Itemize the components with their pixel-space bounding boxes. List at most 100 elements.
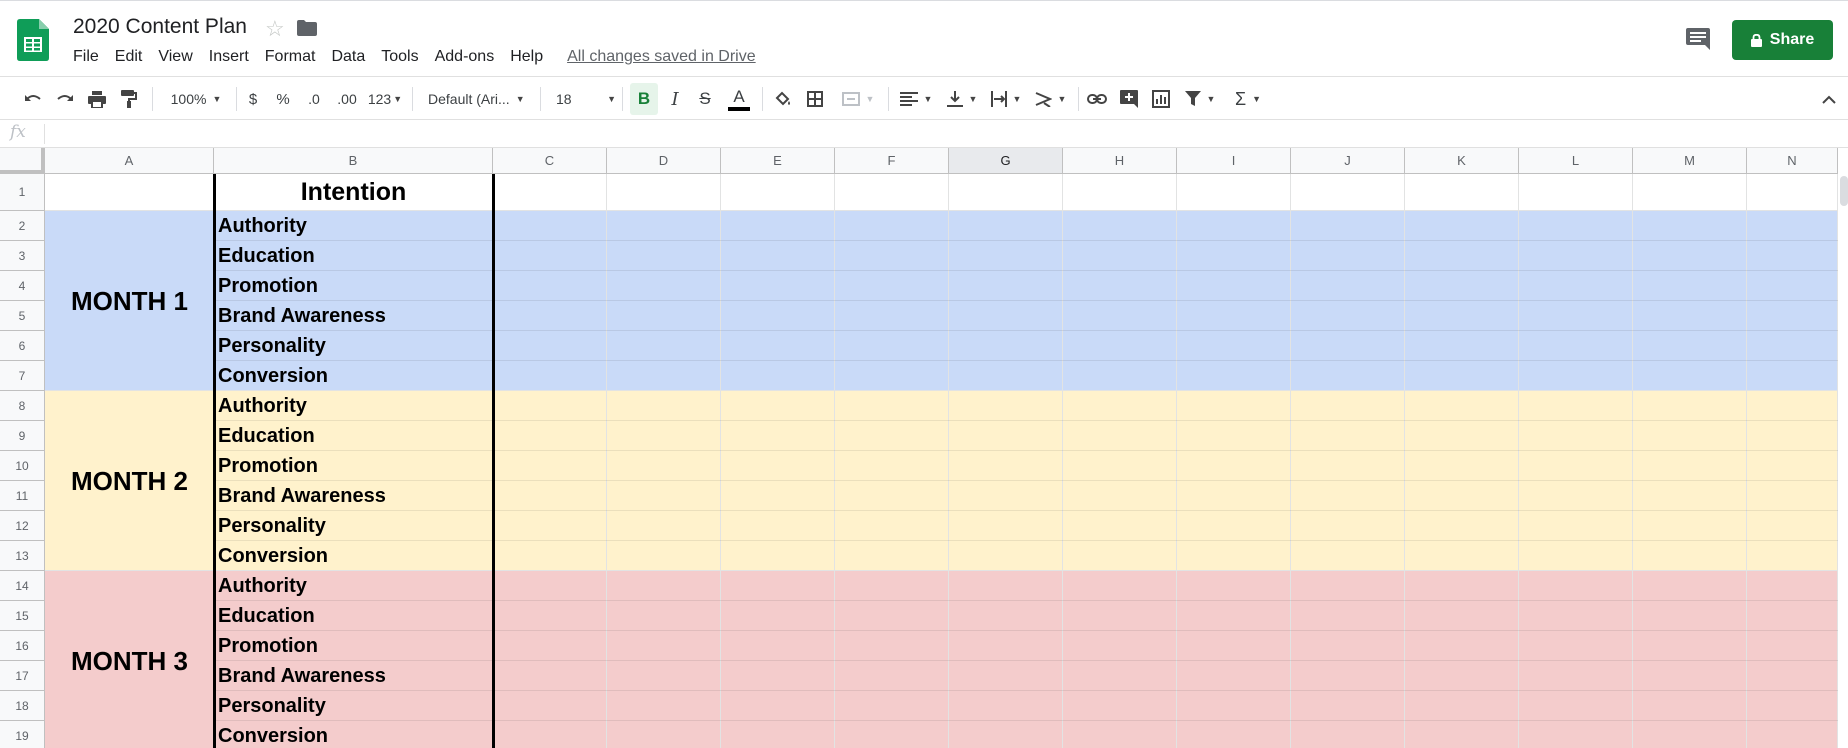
- intention-header-cell[interactable]: Intention: [214, 174, 493, 211]
- menu-insert[interactable]: Insert: [209, 48, 249, 70]
- insert-chart-icon[interactable]: [1148, 83, 1174, 115]
- share-button[interactable]: Share: [1732, 20, 1833, 60]
- collapse-toolbar-icon[interactable]: [1816, 83, 1842, 115]
- intention-cell[interactable]: Promotion: [216, 631, 491, 661]
- percent-format-button[interactable]: %: [274, 83, 292, 115]
- strikethrough-button[interactable]: S: [692, 83, 718, 115]
- row-header[interactable]: 11: [0, 481, 45, 511]
- intention-cell[interactable]: Education: [216, 421, 491, 451]
- text-wrapping-icon[interactable]: ▼: [988, 83, 1024, 115]
- insert-link-icon[interactable]: [1084, 83, 1110, 115]
- row-header[interactable]: 19: [0, 721, 45, 748]
- increase-decimal-button[interactable]: .00: [334, 83, 360, 115]
- menu-format[interactable]: Format: [265, 48, 316, 70]
- intention-cell[interactable]: Personality: [216, 691, 491, 721]
- undo-icon[interactable]: [20, 83, 46, 115]
- star-icon[interactable]: ☆: [265, 16, 285, 42]
- month-label-cell[interactable]: MONTH 3: [45, 571, 214, 748]
- column-header-d[interactable]: D: [607, 148, 721, 174]
- folder-icon[interactable]: [297, 20, 317, 36]
- row-header[interactable]: 10: [0, 451, 45, 481]
- column-header-a[interactable]: A: [45, 148, 214, 174]
- row-header[interactable]: 8: [0, 391, 45, 421]
- menu-tools[interactable]: Tools: [381, 48, 418, 70]
- column-header-m[interactable]: M: [1633, 148, 1747, 174]
- sheets-logo-icon[interactable]: [17, 19, 49, 61]
- row-header[interactable]: 7: [0, 361, 45, 391]
- intention-cell[interactable]: Brand Awareness: [216, 661, 491, 691]
- column-header-j[interactable]: J: [1291, 148, 1405, 174]
- spreadsheet-grid[interactable]: A B C D E F G H I J K L M N 1 2 3 4 5 6 7 8 9 10 11 12 13 14 15 16 17 1…: [0, 148, 1848, 748]
- row-header[interactable]: 4: [0, 271, 45, 301]
- vertical-align-icon[interactable]: ▼: [944, 83, 980, 115]
- intention-cell[interactable]: Personality: [216, 331, 491, 361]
- save-status-link[interactable]: All changes saved in Drive: [567, 48, 756, 70]
- intention-cell[interactable]: Promotion: [216, 451, 491, 481]
- column-header-g[interactable]: G: [949, 148, 1063, 174]
- row-header[interactable]: 9: [0, 421, 45, 451]
- intention-cell[interactable]: Conversion: [216, 541, 491, 571]
- intention-cell[interactable]: Education: [216, 601, 491, 631]
- font-size-select[interactable]: 18 ▼: [556, 83, 616, 115]
- menu-edit[interactable]: Edit: [115, 48, 143, 70]
- row-header[interactable]: 5: [0, 301, 45, 331]
- zoom-select[interactable]: 100% ▼: [164, 83, 228, 115]
- italic-button[interactable]: I: [662, 83, 688, 115]
- horizontal-align-icon[interactable]: ▼: [898, 83, 934, 115]
- row-header[interactable]: 14: [0, 571, 45, 601]
- row-header[interactable]: 18: [0, 691, 45, 721]
- bold-button[interactable]: B: [630, 83, 658, 115]
- row-header[interactable]: 6: [0, 331, 45, 361]
- menu-file[interactable]: File: [73, 48, 99, 70]
- column-header-b[interactable]: B: [214, 148, 493, 174]
- fill-color-icon[interactable]: [770, 83, 796, 115]
- select-all-corner[interactable]: [0, 148, 45, 174]
- menu-help[interactable]: Help: [510, 48, 543, 70]
- currency-format-button[interactable]: $: [244, 83, 262, 115]
- intention-cell[interactable]: Conversion: [216, 361, 491, 391]
- row-header[interactable]: 15: [0, 601, 45, 631]
- intention-cell[interactable]: Promotion: [216, 271, 491, 301]
- intention-cell[interactable]: Brand Awareness: [216, 481, 491, 511]
- row-header[interactable]: 1: [0, 174, 45, 211]
- row-header[interactable]: 12: [0, 511, 45, 541]
- insert-comment-icon[interactable]: [1116, 83, 1142, 115]
- vertical-scrollbar[interactable]: [1840, 176, 1848, 206]
- intention-cell[interactable]: Brand Awareness: [216, 301, 491, 331]
- borders-icon[interactable]: [802, 83, 828, 115]
- row-header[interactable]: 2: [0, 211, 45, 241]
- column-header-f[interactable]: F: [835, 148, 949, 174]
- comment-icon[interactable]: [1686, 28, 1710, 50]
- column-header-l[interactable]: L: [1519, 148, 1633, 174]
- row-header[interactable]: 16: [0, 631, 45, 661]
- month-label-cell[interactable]: MONTH 1: [45, 211, 214, 391]
- intention-cell[interactable]: Education: [216, 241, 491, 271]
- intention-cell[interactable]: Personality: [216, 511, 491, 541]
- text-rotation-icon[interactable]: ▼: [1032, 83, 1068, 115]
- document-title[interactable]: 2020 Content Plan: [73, 15, 247, 39]
- menu-view[interactable]: View: [158, 48, 192, 70]
- redo-icon[interactable]: [52, 83, 78, 115]
- intention-cell[interactable]: Authority: [216, 571, 491, 601]
- column-header-h[interactable]: H: [1063, 148, 1177, 174]
- intention-cell[interactable]: Authority: [216, 211, 491, 241]
- column-header-e[interactable]: E: [721, 148, 835, 174]
- row-header[interactable]: 13: [0, 541, 45, 571]
- more-formats-select[interactable]: 123 ▼: [366, 83, 404, 115]
- column-header-k[interactable]: K: [1405, 148, 1519, 174]
- column-header-i[interactable]: I: [1177, 148, 1291, 174]
- text-color-button[interactable]: A: [726, 83, 752, 115]
- month-label-cell[interactable]: MONTH 2: [45, 391, 214, 571]
- menu-add-ons[interactable]: Add-ons: [435, 48, 495, 70]
- decrease-decimal-button[interactable]: .0: [302, 83, 326, 115]
- functions-icon[interactable]: Σ ▼: [1230, 83, 1266, 115]
- font-family-select[interactable]: Default (Ari... ▼: [428, 83, 530, 115]
- intention-cell[interactable]: Authority: [216, 391, 491, 421]
- merge-cells-icon[interactable]: ▼: [836, 83, 880, 115]
- intention-cell[interactable]: Conversion: [216, 721, 491, 748]
- filter-icon[interactable]: ▼: [1180, 83, 1220, 115]
- column-header-c[interactable]: C: [493, 148, 607, 174]
- menu-data[interactable]: Data: [331, 48, 365, 70]
- column-header-n[interactable]: N: [1747, 148, 1838, 174]
- print-icon[interactable]: [84, 83, 110, 115]
